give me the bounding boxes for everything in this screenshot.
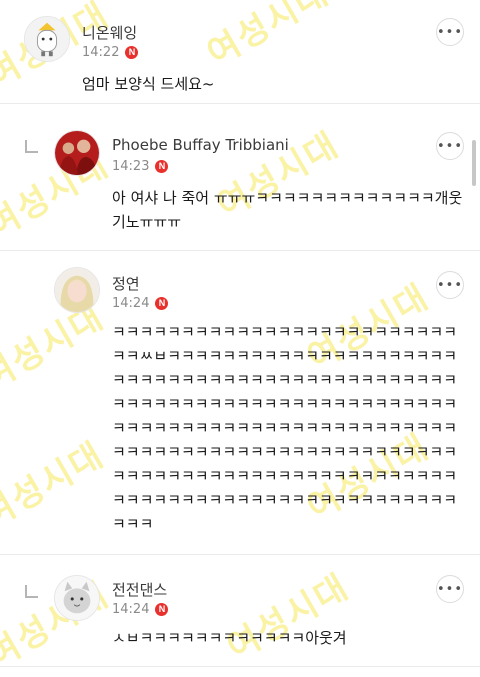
- time-text: 14:22: [82, 45, 120, 60]
- new-badge-icon: N: [125, 46, 139, 59]
- divider: [0, 666, 480, 667]
- comment-item: 전전댄스 14:24 N ㅅㅂㅋㅋㅋㅋㅋㅋㅋㅋㅋㅋㅋㅋ아웃겨 •••: [0, 555, 480, 670]
- new-badge-icon: N: [155, 297, 169, 310]
- profile-photo-icon: [55, 268, 99, 312]
- avatar[interactable]: [54, 267, 100, 313]
- comment-text: 아 여샤 나 죽어 ㅠㅠㅠㅋㅋㅋㅋㅋㅋㅋㅋㅋㅋㅋㅋㅋ개웃기노ㅠㅠㅠ: [112, 189, 463, 231]
- avatar[interactable]: [54, 575, 100, 621]
- comment-item: 니온웨잉 14:22 N 엄마 보양식 드세요~ •••: [0, 0, 480, 102]
- comment-text: 엄마 보양식 드세요~: [82, 75, 215, 93]
- more-options-button[interactable]: •••: [436, 271, 464, 299]
- avatar[interactable]: [24, 16, 70, 62]
- comment-time: 14:22 N: [82, 45, 139, 60]
- character-avatar-icon: [25, 17, 69, 61]
- more-options-button[interactable]: •••: [436, 18, 464, 46]
- character-avatar-icon: [55, 576, 99, 620]
- comment-time: 14:24 N: [112, 296, 169, 311]
- time-text: 14:24: [112, 602, 150, 617]
- comment-text: ㅋㅋㅋㅋㅋㅋㅋㅋㅋㅋㅋㅋㅋㅋㅋㅋㅋㅋㅋㅋㅋㅋㅋㅋㅋㅋㅋㅆㅂㅋㅋㅋㅋㅋㅋㅋㅋㅋㅋㅋ…: [112, 323, 458, 533]
- new-badge-icon: N: [155, 603, 169, 616]
- scrollbar[interactable]: [472, 140, 476, 186]
- new-badge-icon: N: [155, 160, 169, 173]
- comment-item: 정연 14:24 N ㅋㅋㅋㅋㅋㅋㅋㅋㅋㅋㅋㅋㅋㅋㅋㅋㅋㅋㅋㅋㅋㅋㅋㅋㅋㅋㅋㅆㅂㅋ…: [0, 251, 480, 553]
- more-options-button[interactable]: •••: [436, 132, 464, 160]
- author-name[interactable]: Phoebe Buffay Tribbiani: [112, 136, 289, 154]
- author-name[interactable]: 니온웨잉: [82, 22, 137, 43]
- comment-time: 14:23 N: [112, 159, 169, 174]
- comment-time: 14:24 N: [112, 602, 169, 617]
- more-options-button[interactable]: •••: [436, 575, 464, 603]
- time-text: 14:23: [112, 159, 150, 174]
- comment-text: ㅅㅂㅋㅋㅋㅋㅋㅋㅋㅋㅋㅋㅋㅋ아웃겨: [112, 629, 347, 647]
- time-text: 14:24: [112, 296, 150, 311]
- profile-photo-icon: [55, 131, 99, 175]
- author-name[interactable]: 정연: [112, 273, 140, 294]
- author-name[interactable]: 전전댄스: [112, 579, 167, 600]
- reply-indent-icon: [25, 140, 38, 153]
- reply-indent-icon: [25, 585, 38, 598]
- avatar[interactable]: [54, 130, 100, 176]
- comment-item: Phoebe Buffay Tribbiani 14:23 N 아 여샤 나 죽어…: [0, 104, 480, 250]
